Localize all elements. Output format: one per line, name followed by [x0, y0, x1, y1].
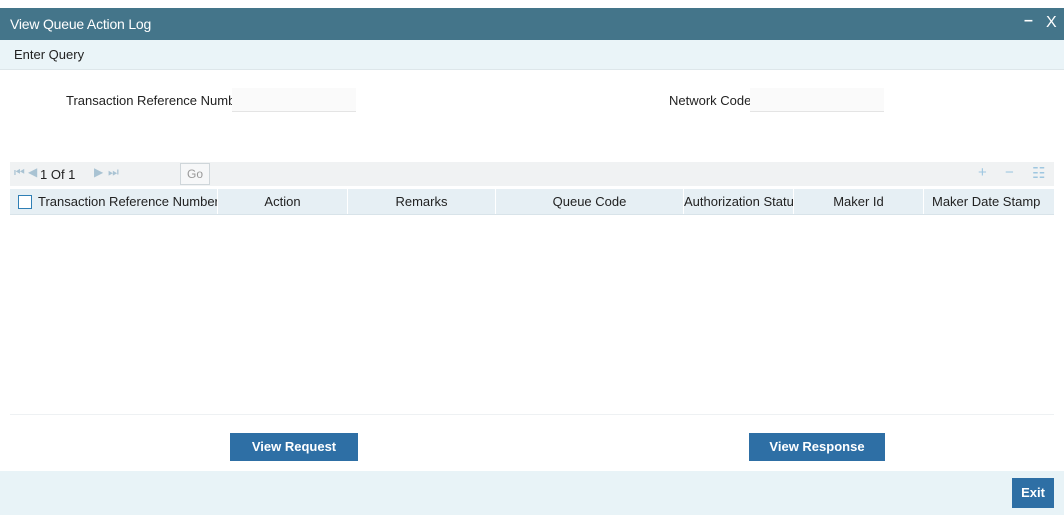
- footer-bar: Exit: [0, 471, 1064, 515]
- add-row-icon[interactable]: +: [978, 164, 987, 181]
- column-header[interactable]: Maker Id: [794, 189, 924, 214]
- txn-ref-label: Transaction Reference Number: [66, 93, 247, 108]
- title-bar: View Queue Action Log – X: [0, 8, 1064, 40]
- columns-icon[interactable]: ☷: [1032, 164, 1045, 182]
- view-request-message-button[interactable]: View Request Message: [230, 433, 358, 482]
- column-header[interactable]: Maker Date Stamp: [924, 189, 1054, 214]
- column-header[interactable]: Transaction Reference Number: [38, 189, 218, 214]
- select-all-checkbox[interactable]: [18, 195, 32, 209]
- delete-row-icon[interactable]: −: [1005, 164, 1014, 181]
- network-code-label: Network Code: [669, 93, 752, 108]
- window-title: View Queue Action Log: [10, 16, 152, 32]
- network-code-input[interactable]: [750, 88, 884, 112]
- column-header[interactable]: Action: [218, 189, 348, 214]
- txn-ref-input[interactable]: [232, 88, 356, 112]
- grid-header: Transaction Reference Number Action Rema…: [10, 189, 1054, 215]
- view-response-message-button[interactable]: View Response Message: [749, 433, 885, 482]
- prev-page-icon[interactable]: ◀: [28, 165, 37, 179]
- minimize-icon[interactable]: –: [1024, 12, 1033, 30]
- next-page-icon[interactable]: ▶: [94, 165, 103, 179]
- enter-query-menu-item[interactable]: Enter Query: [14, 47, 84, 62]
- first-page-icon[interactable]: ⏮: [14, 165, 25, 180]
- column-header[interactable]: Remarks: [348, 189, 496, 214]
- pagination-bar: ⏮ ◀ 1 Of 1 ▶ ⏭ Go + − ☷: [10, 162, 1054, 186]
- grid-body: [10, 215, 1054, 415]
- exit-button[interactable]: Exit: [1012, 478, 1054, 508]
- page-indicator: 1 Of 1: [40, 167, 76, 182]
- close-icon[interactable]: X: [1046, 14, 1057, 32]
- menu-bar: Enter Query: [0, 40, 1064, 70]
- column-header[interactable]: Queue Code: [496, 189, 684, 214]
- last-page-icon[interactable]: ⏭: [108, 165, 119, 180]
- column-header[interactable]: Authorization Status: [684, 189, 794, 214]
- go-button[interactable]: Go: [180, 163, 210, 185]
